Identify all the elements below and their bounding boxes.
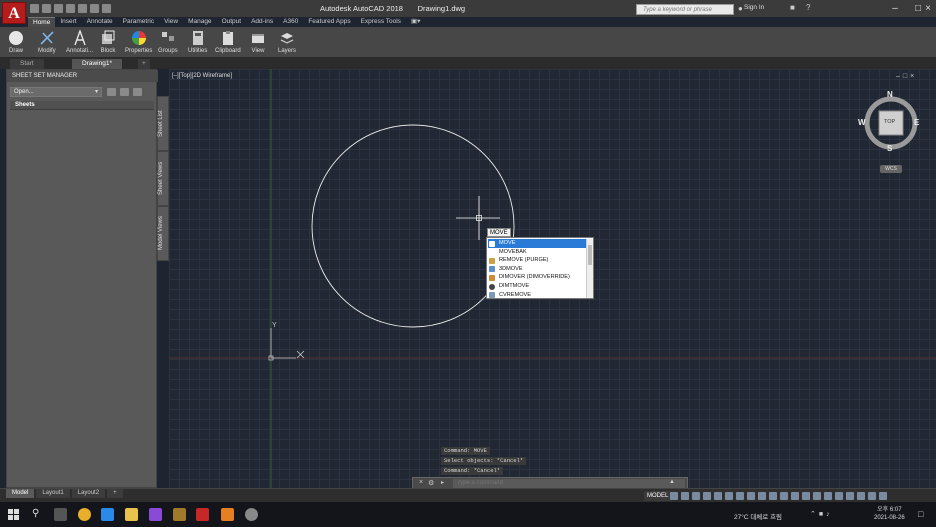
tab-model[interactable]: Model [6,489,35,498]
tab-layout2[interactable]: Layout2 [71,489,106,498]
status-toggles [670,492,887,500]
autocomplete-item-label: REMOVE (PURGE) [499,257,549,264]
vp-close-icon[interactable]: × [910,73,917,80]
cvremove-icon [489,292,495,299]
scrollbar-thumb[interactable] [588,245,592,265]
autocomplete-item-label: DIMTMOVE [499,283,530,289]
units-icon[interactable] [813,492,821,500]
purge-icon [489,257,495,264]
customization-icon[interactable] [879,492,887,500]
visual-studio-icon[interactable] [149,508,162,521]
osnap-icon[interactable] [736,492,744,500]
isodraft-icon[interactable] [714,492,722,500]
selection-cycling-icon[interactable] [769,492,777,500]
transparency-icon[interactable] [758,492,766,500]
ucs-icon [268,328,305,361]
3dmove-icon [489,266,495,273]
customize-icon[interactable]: ⚙ [428,479,434,487]
autocomplete-scrollbar[interactable] [586,239,593,298]
drawn-circle [311,124,515,328]
notifications-icon[interactable]: □ [918,509,923,519]
autocomplete-item[interactable]: MOVE [488,239,586,248]
compass-w[interactable]: W [858,118,866,127]
command-input[interactable] [453,479,685,488]
clean-screen-icon[interactable] [868,492,876,500]
clock-date: 2021-08-26 [874,515,905,521]
layout-tab-bar: Model Layout1 Layout2 + [6,488,123,499]
chrome-icon[interactable] [78,508,91,521]
recent-commands-icon[interactable]: ▸ [441,479,444,486]
status-bar: MODEL [0,488,936,502]
model-space-button[interactable]: MODEL [644,491,672,501]
add-layout-button[interactable]: + [107,489,123,498]
file-explorer-icon[interactable] [125,508,138,521]
autocomplete-item[interactable]: 3DMOVE [488,265,586,274]
autocomplete-item-label: DIMOVER (DIMOVERRIDE) [499,274,570,281]
ucs-menu[interactable]: WCS [880,165,902,173]
autocad-taskbar-icon[interactable] [196,508,209,521]
dimtmove-icon [489,283,495,290]
autocomplete-item-label: 3DMOVE [499,265,523,272]
isolate-objects-icon[interactable] [846,492,854,500]
vscode-icon[interactable] [101,508,114,521]
dynamic-input-echo: MOVE [487,228,511,237]
command-history-toggle-icon[interactable]: ▲ [669,479,675,485]
compass-e[interactable]: E [914,118,919,127]
close-command-icon[interactable]: × [419,479,423,486]
hardware-acceleration-icon[interactable] [857,492,865,500]
viewcube-face-top[interactable]: TOP [884,119,895,125]
command-autocomplete-list: MOVE MOVEBAK REMOVE (PURGE) 3DMOVE DIMOV… [486,237,594,299]
clock-time: 오후 6:07 [877,507,902,513]
annotation-monitor-icon[interactable] [802,492,810,500]
annotation-scale-icon[interactable] [780,492,788,500]
command-history-line: Command: *Cancel* [441,467,504,475]
viewport-controls-label[interactable]: [–][Top][2D Wireframe] [172,73,232,79]
polar-icon[interactable] [703,492,711,500]
task-view-icon[interactable] [54,508,67,521]
command-history-line: Command: MOVE [441,447,490,455]
taskbar-clock[interactable]: 오후 6:07 2021-08-26 [874,506,905,522]
search-icon[interactable]: ⚲ [32,508,39,519]
tray-icons[interactable]: ⌃■♪ [810,510,833,518]
rhino-icon[interactable] [173,508,186,521]
command-history-line: Select objects: *Cancel* [441,457,527,465]
lock-ui-icon[interactable] [835,492,843,500]
autocomplete-item-label: MOVE [499,240,516,246]
windows-taskbar: ⚲ 27°C 대체로 흐림 ⌃■♪ 오후 6:07 2021-08-26 □ [0,502,936,527]
quick-properties-icon[interactable] [824,492,832,500]
app-icon[interactable] [221,508,234,521]
compass-s[interactable]: S [887,144,892,153]
grid-icon[interactable] [670,492,678,500]
ortho-icon[interactable] [692,492,700,500]
weather-widget[interactable]: 27°C 대체로 흐림 [734,511,782,521]
snap-icon[interactable] [681,492,689,500]
autocad-window: Autodesk AutoCAD 2018 Drawing1.dwg Type … [0,0,936,527]
workspace-icon[interactable] [791,492,799,500]
autocomplete-item[interactable]: DIMTMOVE [488,282,586,291]
vp-minimize-icon[interactable]: – [896,73,903,80]
viewport-window-controls: –□× [896,73,917,80]
move-icon [489,240,495,247]
autocomplete-item[interactable]: REMOVE (PURGE) [488,256,586,265]
osnap-tracking-icon[interactable] [725,492,733,500]
autocomplete-item-label: MOVEBAK [499,248,527,255]
autocomplete-item-label: CVREMOVE [499,291,532,298]
tab-layout1[interactable]: Layout1 [36,489,70,498]
dimoverride-icon [489,274,495,281]
autocomplete-item[interactable]: CVREMOVE [488,291,586,300]
lineweight-icon[interactable] [747,492,755,500]
compass-n[interactable]: N [887,90,893,99]
windows-start-icon[interactable] [8,509,19,520]
ucs-y-label: Y [272,322,277,329]
snipping-icon[interactable] [245,508,258,521]
autocomplete-item[interactable]: MOVEBAK [488,248,586,257]
autocomplete-item[interactable]: DIMOVER (DIMOVERRIDE) [488,273,586,282]
